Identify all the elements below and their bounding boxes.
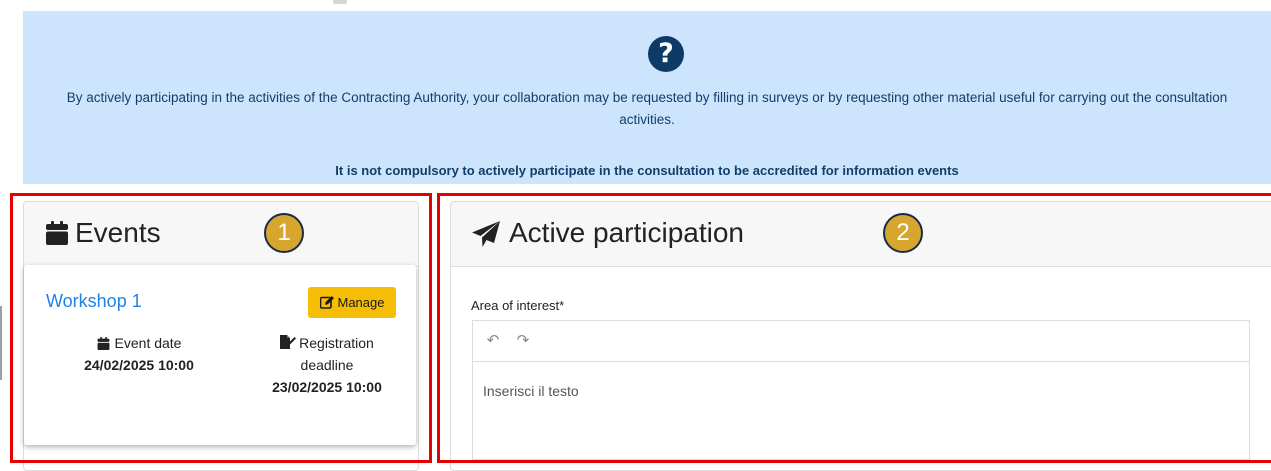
info-banner: ? By actively participating in the activ… (23, 11, 1271, 184)
highlight-frame-active-participation (437, 193, 1271, 463)
left-edge-fragment (0, 306, 2, 380)
question-circle-icon: ? (648, 36, 684, 72)
info-note: It is not compulsory to actively partici… (335, 163, 959, 178)
top-edge-fragment (333, 0, 347, 4)
info-message: By actively participating in the activit… (66, 90, 1228, 127)
highlight-frame-events (10, 193, 432, 463)
